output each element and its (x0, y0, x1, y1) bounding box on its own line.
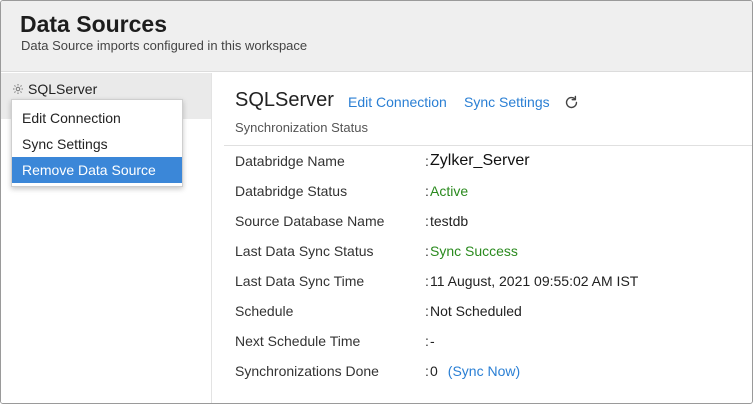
detail-row-next-schedule: Next Schedule Time : - (235, 331, 435, 351)
row-value: testdb (430, 213, 469, 229)
row-value: 11 August, 2021 09:55:02 AM IST (430, 273, 639, 289)
page-header: Data Sources Data Source imports configu… (1, 1, 752, 72)
row-label: Schedule (235, 303, 294, 319)
data-source-title: SQLServer (235, 89, 334, 111)
detail-row-databridge-status: Databridge Status : Active (235, 181, 468, 201)
divider (224, 145, 752, 146)
menu-item-remove-data-source[interactable]: Remove Data Source (12, 157, 182, 183)
sync-settings-link[interactable]: Sync Settings (464, 94, 550, 110)
refresh-icon[interactable] (563, 94, 580, 111)
main-panel: SQLServer Edit Connection Sync Settings … (213, 73, 752, 403)
context-menu: Edit Connection Sync Settings Remove Dat… (11, 99, 183, 187)
detail-row-databridge-name: Databridge Name : Zylker_Server (235, 151, 530, 171)
row-label: Synchronizations Done (235, 363, 379, 379)
gear-icon[interactable] (12, 83, 24, 95)
row-label: Databridge Name (235, 153, 345, 169)
detail-row-synchronizations-done: Synchronizations Done : 0 (Sync Now) (235, 361, 520, 381)
detail-row-schedule: Schedule : Not Scheduled (235, 301, 522, 321)
row-label: Last Data Sync Status (235, 243, 374, 259)
edit-connection-link[interactable]: Edit Connection (348, 94, 447, 110)
detail-row-last-sync-time: Last Data Sync Time : 11 August, 2021 09… (235, 271, 638, 291)
detail-row-source-database: Source Database Name : testdb (235, 211, 468, 231)
row-value: - (430, 333, 435, 349)
row-label: Databridge Status (235, 183, 348, 199)
menu-item-sync-settings[interactable]: Sync Settings (12, 131, 182, 157)
row-label: Next Schedule Time (235, 333, 361, 349)
status-value: Active (430, 183, 469, 199)
row-value: 0 (430, 363, 438, 379)
sidebar-item-sqlserver[interactable]: SQLServer (12, 79, 97, 99)
app-window: Data Sources Data Source imports configu… (0, 0, 753, 404)
row-label: Last Data Sync Time (235, 273, 365, 289)
row-value: Not Scheduled (430, 303, 522, 319)
page-title: Data Sources (20, 11, 168, 37)
menu-item-edit-connection[interactable]: Edit Connection (12, 105, 182, 131)
detail-row-last-sync-status: Last Data Sync Status : Sync Success (235, 241, 518, 261)
sidebar-item-label: SQLServer (28, 81, 98, 97)
row-label: Source Database Name (235, 213, 385, 229)
sync-now-link[interactable]: (Sync Now) (448, 363, 520, 379)
section-heading: Synchronization Status (235, 120, 368, 135)
row-value: Zylker_Server (430, 152, 530, 169)
page-subtitle: Data Source imports configured in this w… (21, 38, 308, 53)
status-value: Sync Success (430, 243, 518, 259)
